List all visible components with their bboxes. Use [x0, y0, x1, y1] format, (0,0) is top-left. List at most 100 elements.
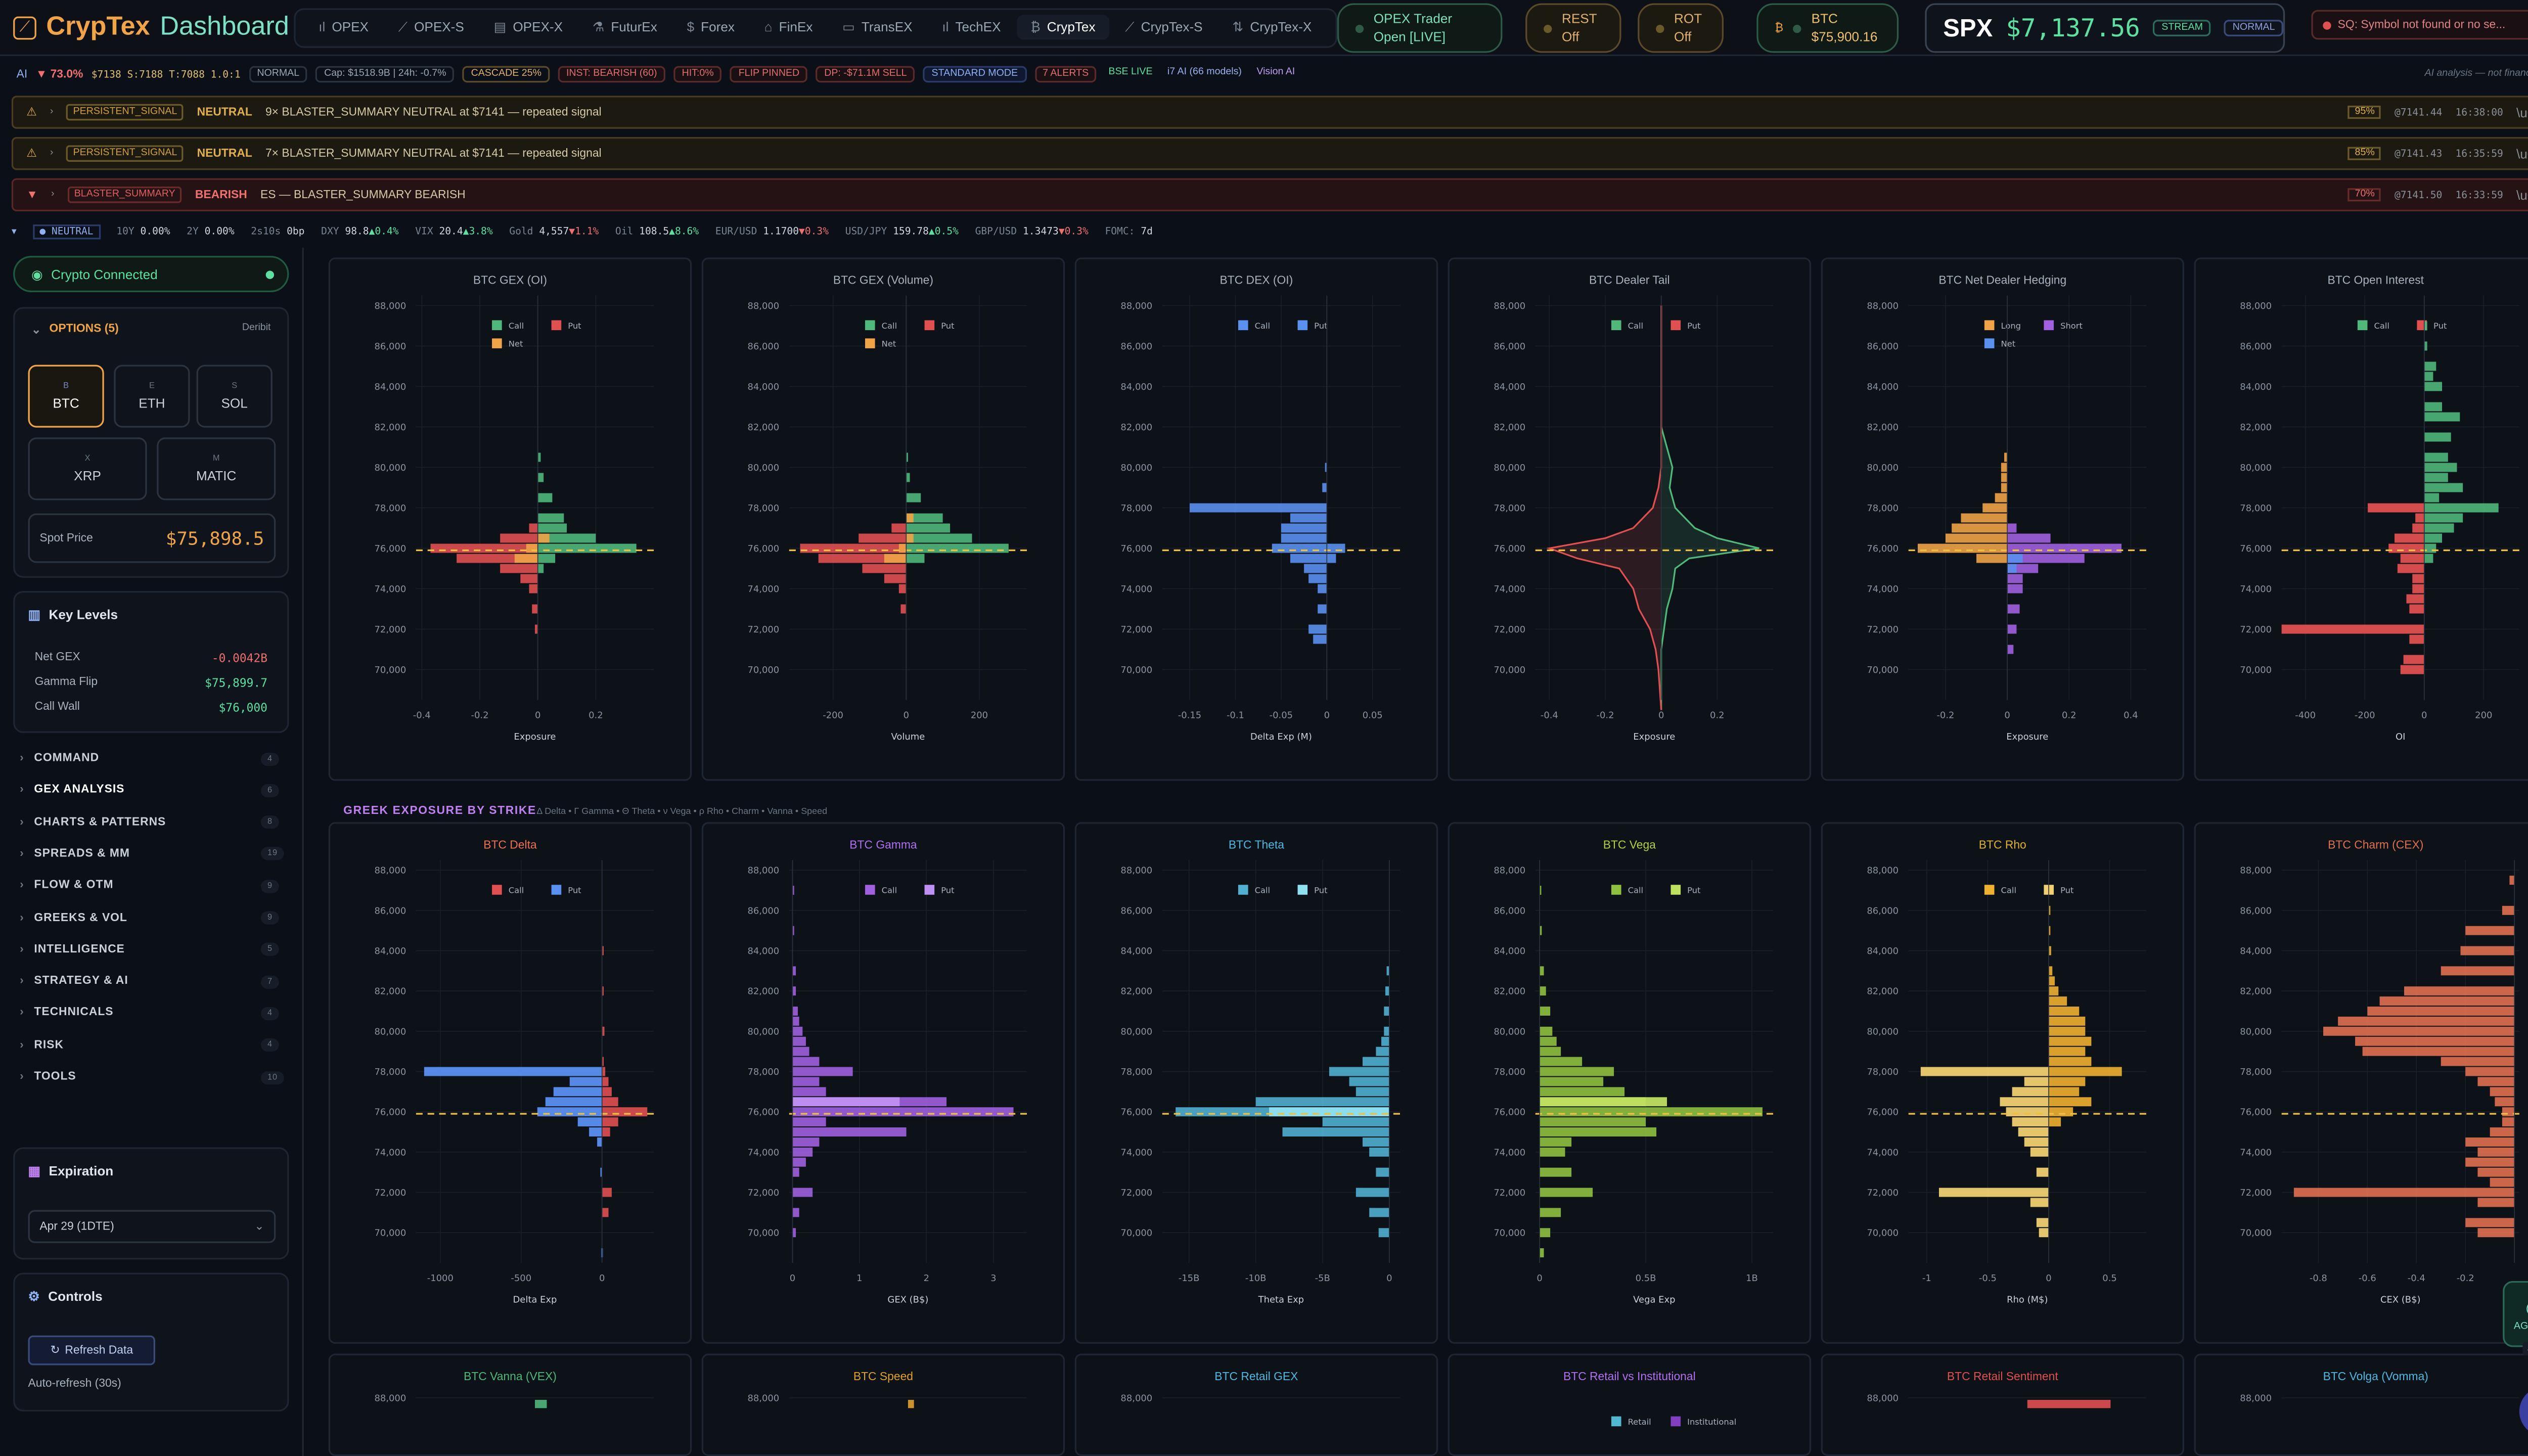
- ticker-key: USD/JPY: [845, 225, 887, 237]
- chart-panel[interactable]: BTC GEX (Volume) 88,000 86,000 84,000 82,000…: [701, 257, 1065, 781]
- chart-panel[interactable]: BTC Vanna (VEX) 88,000: [328, 1353, 692, 1456]
- bar: [2400, 554, 2424, 563]
- legend-swatch: [1611, 885, 1621, 895]
- chart-panel[interactable]: BTC Vega 88,000 86,000 84,000 82,000 80,000 78…: [1448, 822, 1812, 1344]
- spx-quote[interactable]: SPX $7,137.56 STREAM NORMAL: [1925, 3, 2285, 53]
- sidebar-section-strategy-ai[interactable]: › STRATEGY & AI 7: [20, 975, 280, 988]
- btc-pill[interactable]: ₿ BTC $75,900.16: [1756, 3, 1899, 53]
- bar: [1540, 1228, 1551, 1238]
- brand[interactable]: ⟋ CrypTex Dashboard: [0, 12, 294, 42]
- asset-xrp[interactable]: X XRP: [28, 437, 147, 500]
- options-header[interactable]: ⌄ OPTIONS (5): [31, 324, 119, 337]
- status-chip[interactable]: INST: BEARISH (60): [558, 66, 665, 83]
- alert-row[interactable]: ▼ › BLASTER_SUMMARY BEARISH ES — BLASTER_SUM…: [11, 178, 2528, 211]
- status-chip[interactable]: CASCADE 25%: [463, 66, 550, 83]
- tab-futurex[interactable]: ⚗ FuturEx: [579, 15, 670, 39]
- bar: [1540, 1107, 1763, 1117]
- asset-btc[interactable]: B BTC: [28, 365, 104, 428]
- chart-panel[interactable]: BTC Retail GEX 88,000: [1074, 1353, 1438, 1456]
- close-icon[interactable]: \u00D7: [2516, 105, 2528, 119]
- tab-cryptex-s[interactable]: ⟋ CrypTex-S: [1112, 14, 1216, 40]
- chart-panel[interactable]: BTC Net Dealer Hedging 88,000 86,000 84,000…: [1821, 257, 2184, 781]
- controls-panel: ⚙ Controls ↻ Refresh Data Auto-refresh (…: [13, 1272, 289, 1412]
- status-chip[interactable]: DP: -$71.1M SELL: [816, 66, 915, 83]
- sidebar-section-technicals[interactable]: › TECHNICALS 4: [20, 1007, 280, 1020]
- section-count: 6: [260, 784, 280, 797]
- asset-matic[interactable]: M MATIC: [157, 437, 276, 500]
- x-tick-label: 1B: [1746, 1273, 1758, 1284]
- bar: [2424, 402, 2443, 412]
- chart-panel[interactable]: BTC Gamma 88,000 86,000 84,000 82,000 80,000 7…: [701, 822, 1065, 1344]
- bar: [537, 493, 553, 503]
- tab-finex[interactable]: ⌂ FinEx: [751, 15, 826, 39]
- tab-cryptex[interactable]: ₿ CrypTex: [1017, 15, 1109, 40]
- sidebar-section-intelligence[interactable]: › INTELLIGENCE 5: [20, 943, 280, 957]
- chart-panel[interactable]: BTC DEX (OI) 88,000 86,000 84,000 82,000 80,0…: [1074, 257, 1438, 781]
- legend-swatch: [551, 320, 562, 331]
- y-tick-label: 74,000: [1494, 584, 1525, 595]
- expand-icon[interactable]: ›: [51, 190, 55, 200]
- sidebar-section-charts-patterns[interactable]: › CHARTS & PATTERNS 8: [20, 815, 280, 829]
- tab-techex[interactable]: ıl TechEX: [929, 15, 1014, 39]
- alert-row[interactable]: ⚠ › PERSISTENT_SIGNAL NEUTRAL 9× BLASTER_SUM…: [11, 96, 2528, 129]
- chart-panel[interactable]: BTC Charm (CEX) 88,000 86,000 84,000 82,000 8…: [2194, 822, 2528, 1344]
- refresh-button[interactable]: ↻ Refresh Data: [28, 1335, 155, 1366]
- connection-status: ◉ Crypto Connected: [13, 256, 289, 292]
- sidebar-section-risk[interactable]: › RISK 4: [20, 1038, 280, 1052]
- y-tick-label: 78,000: [1494, 503, 1525, 514]
- status-chip[interactable]: NORMAL: [248, 66, 308, 83]
- search-error[interactable]: SQ: Symbol not found or no se...: [2311, 10, 2528, 40]
- status-chip[interactable]: 7 ALERTS: [1034, 66, 1097, 83]
- chart-panel[interactable]: BTC Retail Sentiment 88,000: [1821, 1353, 2184, 1456]
- tab-cryptex-x[interactable]: ⇅ CrypTex-X: [1219, 15, 1325, 39]
- spot-price: Spot Price $75,898.5: [28, 513, 276, 563]
- tab-opex[interactable]: ıl OPEX: [305, 15, 382, 39]
- status-chip[interactable]: Cap: $1518.9B | 24h: -0.7%: [315, 66, 455, 83]
- rest-pill[interactable]: REST Off: [1525, 3, 1621, 53]
- status-chip[interactable]: BSE LIVE: [1105, 66, 1156, 83]
- asset-eth[interactable]: E ETH: [114, 365, 190, 428]
- chart-panel[interactable]: BTC Delta 88,000 86,000 84,000 82,000 80,000 7…: [328, 822, 692, 1344]
- y-tick-label: 74,000: [2240, 1147, 2272, 1158]
- chart-panel[interactable]: BTC Open Interest 88,000 86,000 84,000 82,00…: [2194, 257, 2528, 781]
- chart-panel[interactable]: BTC Speed 88,000: [701, 1353, 1065, 1456]
- legend-swatch: [1297, 320, 1308, 331]
- status-chip[interactable]: Vision AI: [1253, 66, 1298, 83]
- sidebar-section-gex-analysis[interactable]: › GEX ANALYSIS 6: [20, 784, 280, 797]
- agents-button[interactable]: ◎ AGENTS: [2503, 1281, 2528, 1347]
- sidebar-section-tools[interactable]: › TOOLS 10: [20, 1070, 285, 1084]
- bar: [2007, 523, 2017, 533]
- close-icon[interactable]: \u00D7: [2516, 146, 2528, 161]
- tab-transex[interactable]: ▭ TransEX: [829, 15, 926, 39]
- status-chip[interactable]: HIT:0%: [673, 66, 723, 83]
- collapse-icon[interactable]: ▾: [12, 225, 17, 237]
- rot-pill[interactable]: ROT Off: [1638, 3, 1724, 53]
- chart-panel[interactable]: BTC Volga (Vomma) 88,000: [2194, 1353, 2528, 1456]
- tab-opex-s[interactable]: ⟋ OPEX-S: [385, 14, 477, 40]
- chart-panel[interactable]: BTC GEX (OI) 88,000 86,000 84,000 82,000 80,0…: [328, 257, 692, 781]
- bar: [577, 1117, 602, 1127]
- asset-sol[interactable]: S SOL: [196, 365, 273, 428]
- tab-forex[interactable]: $ Forex: [673, 15, 748, 39]
- bar: [908, 1399, 914, 1408]
- chart-svg: 88,000: [1867, 1393, 2146, 1408]
- expand-icon[interactable]: ›: [50, 107, 54, 117]
- sidebar-section-greeks-vol[interactable]: › GREEKS & VOL 9: [20, 911, 280, 925]
- tab-opex-x[interactable]: ▤ OPEX-X: [480, 15, 576, 39]
- opex-trader-pill[interactable]: OPEX Trader Open [LIVE]: [1337, 3, 1503, 53]
- chart-panel[interactable]: BTC Theta 88,000 86,000 84,000 82,000 80,000 7…: [1074, 822, 1438, 1344]
- sidebar-section-command[interactable]: › COMMAND 4: [20, 752, 280, 765]
- status-chip[interactable]: FLIP PINNED: [730, 66, 808, 83]
- alert-row[interactable]: ⚠ › PERSISTENT_SIGNAL NEUTRAL 7× BLASTER_SUM…: [11, 137, 2528, 170]
- close-icon[interactable]: \u00D7: [2516, 188, 2528, 202]
- sidebar-section-flow-otm[interactable]: › FLOW & OTM 9: [20, 879, 280, 893]
- chart-panel[interactable]: BTC Rho 88,000 86,000 84,000 82,000 80,000 78,…: [1821, 822, 2184, 1344]
- expiration-select[interactable]: Apr 29 (1DTE) ⌄: [28, 1210, 276, 1243]
- sidebar-section-spreads-mm[interactable]: › SPREADS & MM 19: [20, 847, 285, 861]
- chart-panel[interactable]: BTC Dealer Tail 88,000 86,000 84,000 82,000 8…: [1448, 257, 1812, 781]
- status-chip[interactable]: i7 AI (66 models): [1164, 66, 1245, 83]
- legend-swatch: [924, 885, 935, 895]
- status-chip[interactable]: STANDARD MODE: [923, 66, 1026, 83]
- chart-panel[interactable]: BTC Retail vs Institutional Retail Institu…: [1448, 1353, 1812, 1456]
- expand-icon[interactable]: ›: [50, 149, 54, 159]
